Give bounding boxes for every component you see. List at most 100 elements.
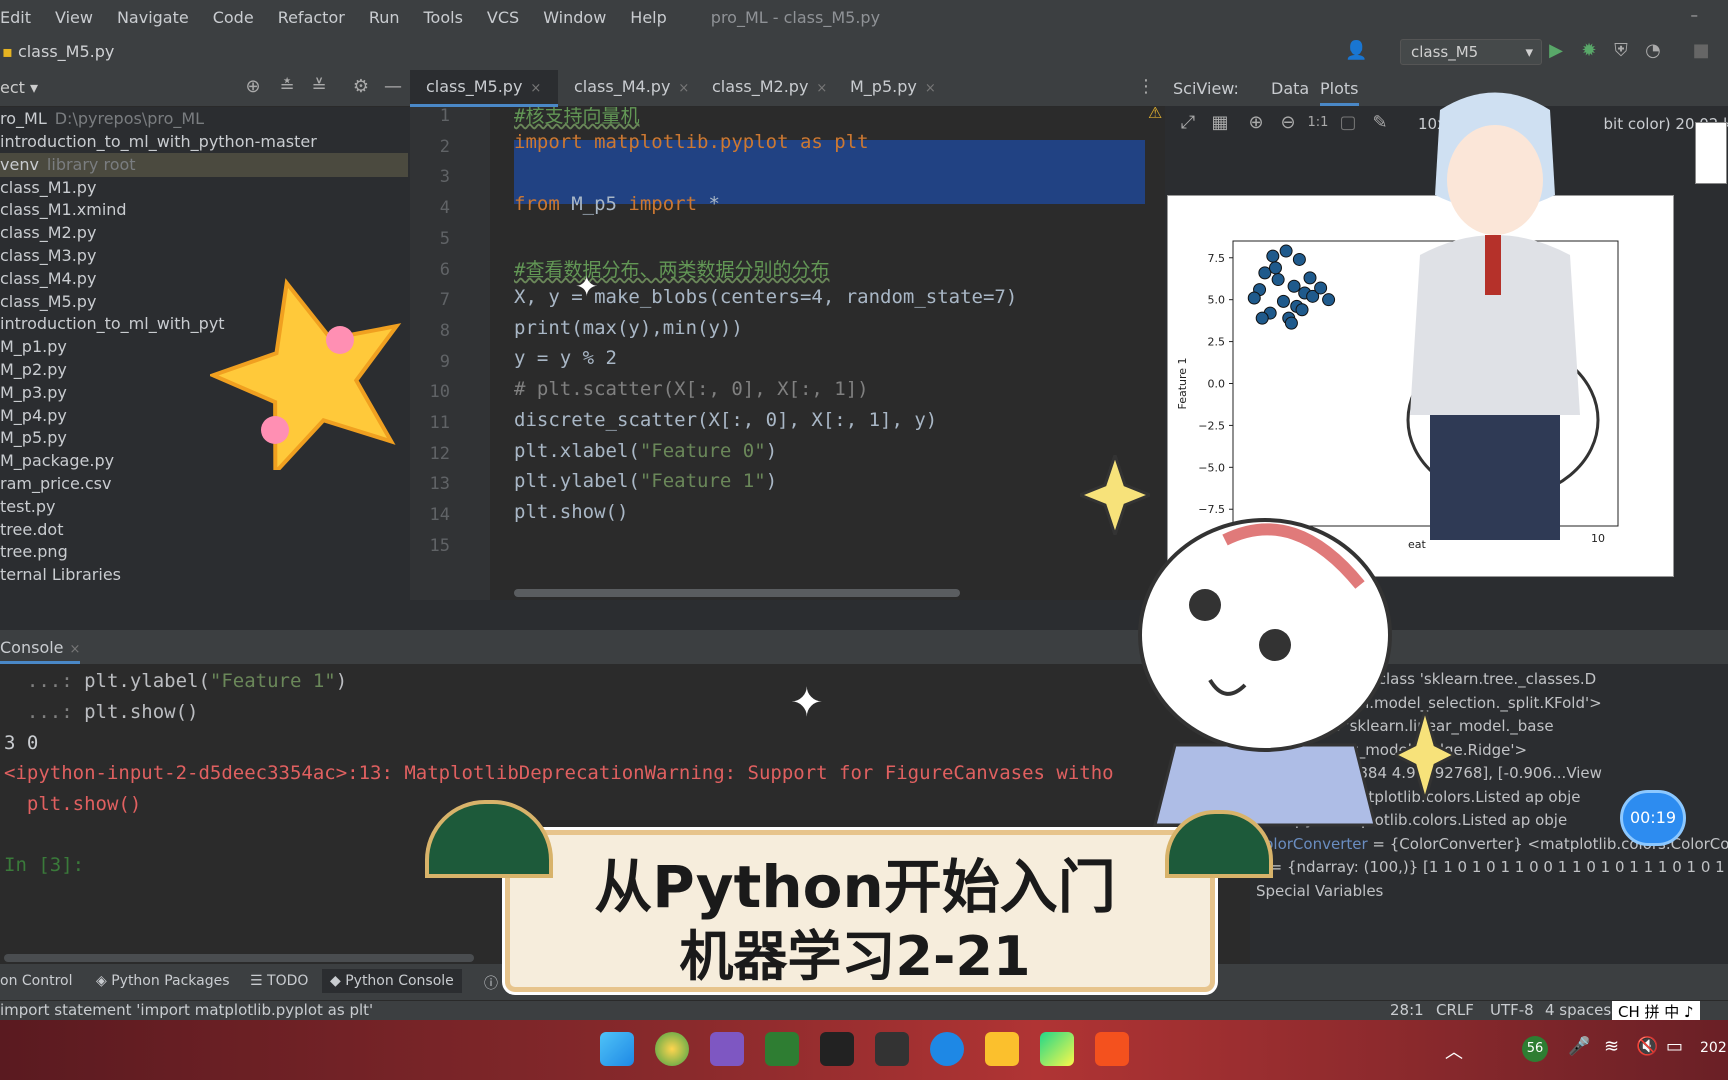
ime-indicator[interactable]: CH 拼 中 ♪ bbox=[1612, 1001, 1700, 1022]
globe-icon[interactable] bbox=[655, 1032, 689, 1066]
variable-row[interactable]: Special Variables bbox=[1256, 882, 1383, 900]
app-icon[interactable] bbox=[1095, 1032, 1129, 1066]
wifi-icon[interactable]: ≋ bbox=[1604, 1036, 1619, 1057]
browser-icon[interactable] bbox=[930, 1032, 964, 1066]
minimize-button[interactable]: – bbox=[1691, 6, 1699, 24]
tree-item[interactable]: ternal Libraries bbox=[0, 563, 129, 587]
zoom-out-icon[interactable]: ⊖ bbox=[1277, 112, 1299, 134]
wps-icon[interactable] bbox=[875, 1032, 909, 1066]
close-icon[interactable]: × bbox=[925, 81, 936, 96]
visual-studio-icon[interactable] bbox=[710, 1032, 744, 1066]
close-icon[interactable]: × bbox=[678, 81, 689, 96]
volume-icon[interactable]: 🔇 bbox=[1636, 1036, 1658, 1057]
menu-run[interactable]: Run bbox=[369, 8, 400, 27]
stop-icon[interactable]: ■ bbox=[1690, 40, 1712, 62]
indent-setting[interactable]: 4 spaces bbox=[1545, 1001, 1611, 1019]
coverage-icon[interactable]: ⛨ bbox=[1610, 40, 1632, 62]
tab-console[interactable]: Console × bbox=[0, 638, 81, 664]
file-encoding[interactable]: UTF-8 bbox=[1490, 1001, 1534, 1019]
tab-m-p5[interactable]: M_p5.py × bbox=[834, 70, 936, 104]
tab-data[interactable]: Data bbox=[1271, 79, 1309, 98]
terminal-icon[interactable] bbox=[820, 1032, 854, 1066]
user-icon[interactable]: 👤 bbox=[1345, 40, 1367, 62]
locate-icon[interactable]: ⊕ bbox=[242, 76, 264, 98]
tree-item[interactable]: class_M2.py bbox=[0, 221, 104, 245]
background-icon[interactable]: ▢ bbox=[1337, 112, 1359, 134]
tab-class-m4[interactable]: class_M4.py × bbox=[558, 70, 689, 104]
menu-edit[interactable]: Edit bbox=[0, 8, 31, 27]
tool-python-packages[interactable]: ◈ Python Packages bbox=[96, 973, 230, 989]
profile-icon[interactable]: ◔ bbox=[1642, 40, 1664, 62]
badge-icon[interactable]: 56 bbox=[1522, 1036, 1548, 1062]
chevron-up-icon[interactable]: ︿ bbox=[1445, 1038, 1463, 1064]
menu-window[interactable]: Window bbox=[543, 8, 606, 27]
menu-view[interactable]: View bbox=[55, 8, 93, 27]
tree-item[interactable]: class_M5.py bbox=[0, 290, 104, 314]
microphone-icon[interactable]: 🎤 bbox=[1568, 1036, 1590, 1057]
collapse-all-icon[interactable]: ≚ bbox=[308, 76, 330, 98]
spreadsheet-icon[interactable] bbox=[765, 1032, 799, 1066]
variable-row[interactable]: y = {ndarray: (100,)} [1 1 0 1 0 1 1 0 0… bbox=[1256, 858, 1728, 876]
tree-item[interactable]: tree.dot bbox=[0, 518, 72, 542]
close-icon[interactable]: × bbox=[816, 81, 827, 96]
tool-python-console[interactable]: ◆ Python Console bbox=[322, 969, 462, 993]
tree-root[interactable]: ro_ML D:\pyrepos\pro_ML bbox=[0, 107, 204, 131]
tool-version-control[interactable]: on Control bbox=[0, 973, 73, 989]
battery-icon[interactable]: ▭ bbox=[1666, 1036, 1683, 1057]
folder-icon[interactable] bbox=[985, 1032, 1019, 1066]
horizontal-scrollbar[interactable] bbox=[514, 589, 960, 597]
gear-icon[interactable]: ⚙ bbox=[350, 76, 372, 98]
console-scrollbar[interactable] bbox=[4, 954, 474, 962]
tab-class-m5[interactable]: class_M5.py × bbox=[410, 70, 558, 107]
tree-item[interactable]: M_p3.py bbox=[0, 381, 75, 405]
line-separator[interactable]: CRLF bbox=[1436, 1001, 1474, 1019]
project-panel-title[interactable]: ect ▾ bbox=[0, 78, 38, 97]
tree-item[interactable]: M_p4.py bbox=[0, 404, 75, 428]
actual-size-button[interactable]: 1:1 bbox=[1307, 112, 1329, 134]
pycharm-icon[interactable] bbox=[1040, 1032, 1074, 1066]
windows-start-icon[interactable] bbox=[600, 1032, 634, 1066]
menu-code[interactable]: Code bbox=[213, 8, 254, 27]
breadcrumb[interactable]: ▪ class_M5.py bbox=[2, 42, 114, 61]
expand-all-icon[interactable]: ≛ bbox=[276, 76, 298, 98]
debug-icon[interactable]: ✹ bbox=[1578, 40, 1600, 62]
tree-item[interactable]: introduction_to_ml_with_python-master bbox=[0, 130, 325, 154]
caret-position[interactable]: 28:1 bbox=[1390, 1001, 1424, 1019]
tool-todo[interactable]: ☰ TODO bbox=[250, 973, 308, 989]
tree-item[interactable]: venv library root bbox=[0, 152, 408, 177]
tab-class-m2[interactable]: class_M2.py × bbox=[696, 70, 827, 104]
plot-thumbnail[interactable] bbox=[1695, 122, 1727, 184]
zoom-in-icon[interactable]: ⊕ bbox=[1245, 112, 1267, 134]
tree-item[interactable]: class_M4.py bbox=[0, 267, 104, 291]
more-icon[interactable]: ⋮ bbox=[1135, 76, 1157, 98]
tree-item[interactable]: class_M1.py bbox=[0, 176, 104, 200]
tree-item[interactable]: introduction_to_ml_with_pyt bbox=[0, 312, 233, 336]
tree-item[interactable]: M_package.py bbox=[0, 449, 122, 473]
hide-panel-icon[interactable]: — bbox=[382, 76, 404, 98]
tree-item[interactable]: ram_price.csv bbox=[0, 472, 119, 496]
console-prompt[interactable]: In [3]: bbox=[4, 854, 84, 876]
fit-icon[interactable]: ⤢ bbox=[1177, 112, 1199, 134]
close-icon[interactable]: × bbox=[530, 81, 541, 96]
recording-timer[interactable]: 00:19 bbox=[1620, 790, 1686, 846]
clock[interactable]: 202 bbox=[1700, 1040, 1727, 1056]
menu-refactor[interactable]: Refactor bbox=[278, 8, 345, 27]
tab-plots[interactable]: Plots bbox=[1320, 79, 1359, 106]
tree-item[interactable]: tree.png bbox=[0, 540, 76, 564]
run-icon[interactable]: ▶ bbox=[1545, 40, 1567, 62]
tree-item[interactable]: test.py bbox=[0, 495, 63, 519]
close-icon[interactable]: × bbox=[70, 642, 81, 657]
tree-item[interactable]: M_p1.py bbox=[0, 335, 75, 359]
tree-item[interactable]: class_M3.py bbox=[0, 244, 104, 268]
menu-vcs[interactable]: VCS bbox=[487, 8, 519, 27]
tree-item[interactable]: M_p2.py bbox=[0, 358, 75, 382]
menu-tools[interactable]: Tools bbox=[424, 8, 463, 27]
tree-item[interactable]: M_p5.py bbox=[0, 426, 75, 450]
tree-item[interactable]: class_M1.xmind bbox=[0, 198, 135, 222]
breadcrumb-file[interactable]: class_M5.py bbox=[18, 42, 114, 61]
code-editor[interactable]: 1 2 3 4 5 6 7 8 9 10 11 12 13 14 15 ⚠ #核支持向量机 import m… bbox=[410, 107, 1165, 600]
color-picker-icon[interactable]: ✎ bbox=[1369, 112, 1391, 134]
grid-icon[interactable]: ▦ bbox=[1209, 112, 1231, 134]
menu-help[interactable]: Help bbox=[630, 8, 666, 27]
run-config-select[interactable]: class_M5 ▾ bbox=[1400, 39, 1542, 65]
